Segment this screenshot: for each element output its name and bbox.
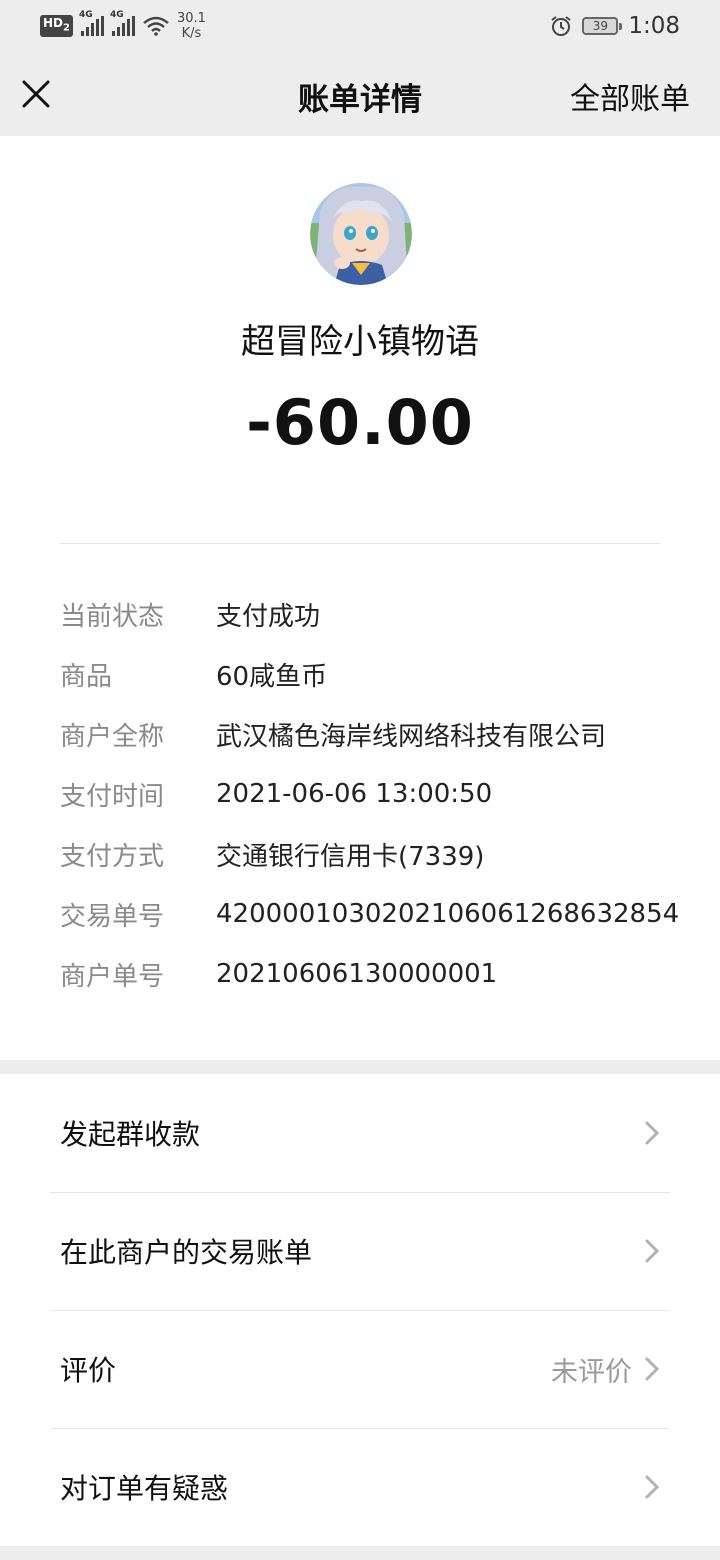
detail-label: 交易单号 — [60, 901, 165, 932]
hd-badge: HD2 — [40, 15, 73, 37]
action-right — [644, 1192, 660, 1310]
merchant-name: 超冒险小镇物语 — [241, 322, 479, 362]
chevron-right-icon — [645, 1357, 660, 1381]
review-status: 未评价 — [551, 1356, 632, 1388]
status-right: 39 1:08 — [550, 13, 680, 39]
detail-row-merchant-order-id: 商户单号 20210606130000001 — [60, 944, 700, 1004]
detail-row-payment-method: 支付方式 交通银行信用卡(7339) — [60, 824, 700, 884]
action-list: 发起群收款 在此商户的交易账单 评价 未评价 对订单有疑惑 — [0, 1074, 720, 1546]
chevron-right-icon — [645, 1475, 660, 1499]
detail-label: 当前状态 — [60, 601, 165, 632]
nav-bar: 账单详情 全部账单 — [0, 52, 720, 136]
detail-value[interactable]: 20210606130000001 — [216, 959, 497, 989]
battery-icon: 39 — [582, 17, 623, 35]
hd-sub-label: 2 — [63, 22, 70, 34]
detail-value[interactable]: 4200001030202106061268632854 — [216, 899, 679, 929]
chevron-right-icon — [645, 1121, 660, 1145]
action-label: 对订单有疑惑 — [60, 1472, 229, 1505]
speed-unit: K/s — [181, 26, 202, 41]
detail-label: 商品 — [60, 661, 113, 692]
group-collect-button[interactable]: 发起群收款 — [0, 1074, 720, 1192]
action-label: 在此商户的交易账单 — [60, 1236, 313, 1269]
detail-label: 商户全称 — [60, 721, 165, 752]
alarm-icon — [551, 16, 571, 36]
detail-value: 2021-06-06 13:00:50 — [216, 779, 493, 809]
anime-character-avatar-icon — [310, 183, 412, 285]
network-type-2: 4G — [109, 10, 124, 20]
action-label: 评价 — [60, 1354, 117, 1387]
merchant-bills-button[interactable]: 在此商户的交易账单 — [0, 1192, 720, 1310]
status-bar: HD2 4G 4G 30.1 K/s 39 1:08 — [0, 0, 720, 52]
signal-icon: 4G — [79, 10, 104, 36]
payment-amount: -60.00 — [246, 386, 474, 459]
chevron-right-icon — [645, 1239, 660, 1263]
wifi-icon — [143, 16, 169, 36]
detail-value: 武汉橘色海岸线网络科技有限公司 — [216, 721, 607, 752]
detail-value: 支付成功 — [216, 601, 321, 632]
status-left: HD2 4G 4G 30.1 K/s — [40, 10, 206, 41]
action-right — [644, 1428, 660, 1546]
action-label: 发起群收款 — [60, 1118, 201, 1151]
detail-row-payment-time: 支付时间 2021-06-06 13:00:50 — [60, 764, 700, 824]
speed-value: 30.1 — [176, 11, 206, 26]
action-right: 未评价 — [551, 1310, 660, 1428]
detail-list: 当前状态 支付成功 商品 60咸鱼币 商户全称 武汉橘色海岸线网络科技有限公司 … — [60, 584, 700, 1004]
detail-label: 支付方式 — [60, 841, 165, 872]
clock: 1:08 — [628, 13, 680, 39]
divider — [60, 543, 660, 544]
order-question-button[interactable]: 对订单有疑惑 — [0, 1428, 720, 1546]
detail-value: 60咸鱼币 — [216, 661, 328, 692]
merchant-avatar — [310, 183, 412, 285]
detail-value: 交通银行信用卡(7339) — [216, 841, 485, 872]
review-button[interactable]: 评价 未评价 — [0, 1310, 720, 1428]
detail-row-transaction-id: 交易单号 4200001030202106061268632854 — [60, 884, 700, 944]
detail-label: 支付时间 — [60, 781, 165, 812]
detail-row-merchant-full-name: 商户全称 武汉橘色海岸线网络科技有限公司 — [60, 704, 700, 764]
bill-summary-card: 超冒险小镇物语 -60.00 当前状态 支付成功 商品 60咸鱼币 商户全称 武… — [0, 136, 720, 1060]
network-speed: 30.1 K/s — [177, 11, 206, 41]
detail-row-status: 当前状态 支付成功 — [60, 584, 700, 644]
detail-label: 商户单号 — [60, 961, 165, 992]
action-right — [644, 1074, 660, 1192]
network-type-1: 4G — [78, 10, 93, 20]
signal-icon-2: 4G — [110, 10, 135, 36]
all-bills-link[interactable]: 全部账单 — [570, 74, 690, 118]
detail-row-product: 商品 60咸鱼币 — [60, 644, 700, 704]
hd-label: HD — [43, 16, 64, 31]
